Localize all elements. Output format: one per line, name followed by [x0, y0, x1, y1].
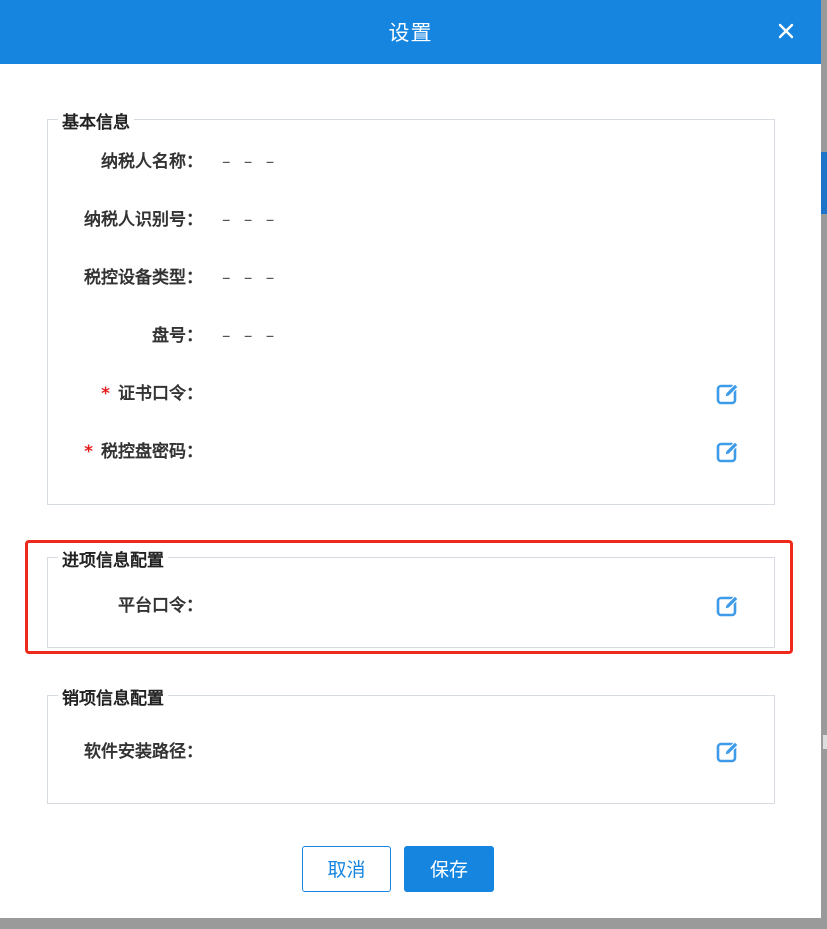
- cancel-button[interactable]: 取消: [302, 846, 391, 892]
- disk-number-value: – – –: [222, 326, 279, 346]
- edit-icon[interactable]: [715, 439, 741, 465]
- edit-icon[interactable]: [715, 381, 741, 407]
- section-basic-info-legend: 基本信息: [58, 108, 134, 133]
- disk-number-label: 盘号：: [152, 326, 203, 346]
- highlight-box: [25, 540, 793, 654]
- row-disk-password: * 税控盘密码：: [48, 437, 776, 467]
- section-output-config-legend: 销项信息配置: [58, 684, 168, 709]
- install-path-label: 软件安装路径：: [84, 742, 203, 762]
- required-mark: *: [101, 384, 110, 404]
- taxpayer-id-label: 纳税人识别号：: [84, 210, 203, 230]
- device-type-value: – – –: [222, 268, 279, 288]
- row-device-type: 税控设备类型： – – –: [48, 263, 776, 293]
- row-taxpayer-name: 纳税人名称： – – –: [48, 147, 776, 177]
- taxpayer-id-value: – – –: [222, 210, 279, 230]
- row-install-path: 软件安装路径：: [48, 737, 776, 767]
- cert-password-label: * 证书口令：: [101, 379, 203, 409]
- save-button[interactable]: 保存: [404, 846, 494, 892]
- cert-password-label-text: 证书口令：: [118, 384, 203, 404]
- row-taxpayer-id: 纳税人识别号： – – –: [48, 205, 776, 235]
- section-basic-info: 基本信息 纳税人名称： – – – 纳税人识别号： – – – 税控设备类型： …: [47, 108, 776, 505]
- settings-dialog: 设置 基本信息 纳税人名称： – – – 纳税人识别号： – – – 税控设备类…: [0, 0, 821, 918]
- background-mark: [823, 735, 827, 749]
- row-cert-password: * 证书口令：: [48, 379, 776, 409]
- edit-icon[interactable]: [715, 739, 741, 765]
- disk-password-label-text: 税控盘密码：: [101, 442, 203, 462]
- row-disk-number: 盘号： – – –: [48, 321, 776, 351]
- dialog-title: 设置: [388, 21, 433, 45]
- taxpayer-name-value: – – –: [222, 152, 279, 172]
- background-strip: [821, 152, 827, 214]
- device-type-label: 税控设备类型：: [84, 268, 203, 288]
- required-mark: *: [84, 442, 93, 462]
- close-icon[interactable]: [775, 20, 797, 42]
- disk-password-label: * 税控盘密码：: [84, 437, 203, 467]
- dialog-titlebar: 设置: [0, 0, 821, 64]
- section-output-config: 销项信息配置 软件安装路径：: [47, 684, 776, 804]
- taxpayer-name-label: 纳税人名称：: [101, 152, 203, 172]
